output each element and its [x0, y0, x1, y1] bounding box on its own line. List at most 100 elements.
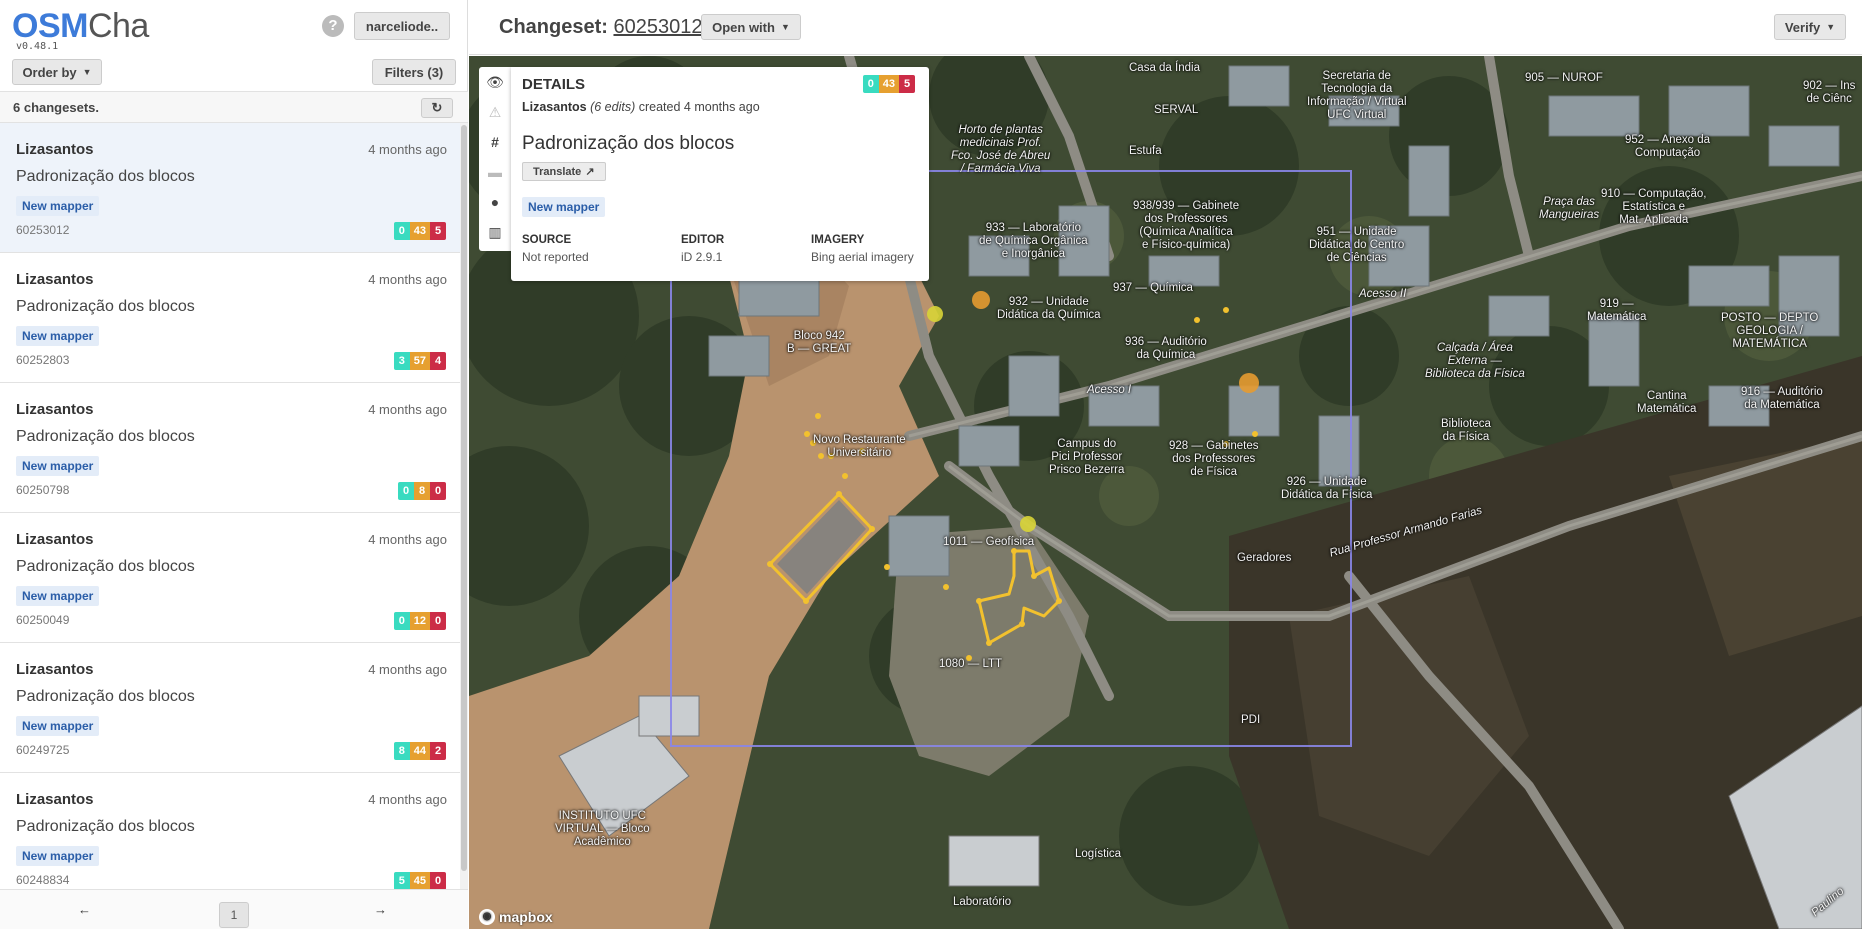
changeset-time: 4 months ago: [368, 532, 447, 547]
changeset-list-item[interactable]: Lizasantos 4 months ago Padronização dos…: [0, 383, 460, 513]
delete-count: 4: [430, 352, 446, 370]
details-tab-bar: 👁 ⚠ # ▬ ● ▥: [479, 67, 511, 251]
map-label: 902 — Ins de Ciênc: [1803, 80, 1856, 105]
editor-key: EDITOR: [681, 234, 725, 246]
map-label: 932 — Unidade Didática da Química: [997, 296, 1101, 321]
delete-count: 5: [430, 222, 446, 240]
changeset-comment-title: Padronização dos blocos: [522, 133, 735, 154]
change-counts: 0 43 5: [393, 222, 446, 240]
changeset-id: 60250049: [16, 613, 70, 627]
map-label: 926 — Unidade Didática da Física: [1281, 476, 1373, 501]
comment-icon[interactable]: ▬: [479, 157, 511, 187]
delete-count: 2: [430, 742, 446, 760]
changeset-comment: Padronização dos blocos: [16, 298, 195, 315]
translate-button[interactable]: Translate ↗: [522, 162, 606, 181]
map-label: 951 — Unidade Didática do Centro de Ciên…: [1309, 226, 1405, 264]
changeset-count-row: 6 changesets. ↻: [0, 91, 468, 123]
new-mapper-badge: New mapper: [16, 716, 100, 736]
changeset-user: Lizasantos: [16, 791, 94, 808]
map-label: PDI: [1241, 714, 1261, 726]
changeset-user: Lizasantos: [16, 141, 94, 158]
imagery-field: IMAGERY Bing aerial imagery: [811, 234, 914, 264]
filters-button[interactable]: Filters (3): [372, 59, 456, 85]
sidebar: OSMCha v0.48.1 ? narceliode.. Order by ▼ …: [0, 0, 468, 929]
scrollbar-thumb[interactable]: [461, 125, 467, 871]
map-label: Logística: [1075, 848, 1122, 860]
map-label: Casa da Índia: [1129, 62, 1200, 74]
create-count: 0: [393, 612, 410, 630]
changeset-comment: Padronização dos blocos: [16, 558, 195, 575]
help-icon[interactable]: ?: [322, 15, 344, 37]
changeset-list-item[interactable]: Lizasantos 4 months ago Padronização dos…: [0, 643, 460, 773]
map-label: 938/939 — Gabinete dos Professores (Quím…: [1133, 200, 1240, 251]
verify-button[interactable]: Verify ▼: [1774, 14, 1846, 40]
changeset-list-item[interactable]: Lizasantos 4 months ago Padronização dos…: [0, 123, 460, 253]
details-heading: DETAILS: [522, 76, 586, 93]
new-mapper-badge: New mapper: [522, 197, 606, 217]
map-label: 905 — NUROF: [1525, 72, 1603, 84]
change-counts: 0 43 5: [862, 75, 915, 93]
editor-field: EDITOR iD 2.9.1: [681, 234, 724, 264]
open-with-label: Open with: [712, 19, 775, 35]
user-icon[interactable]: ●: [479, 187, 511, 217]
changeset-list-item[interactable]: Lizasantos 4 months ago Padronização dos…: [0, 253, 460, 383]
changeset-title: Changeset: 60253012: [499, 16, 702, 39]
map-label: Calçada / Área Externa — Biblioteca da F…: [1425, 342, 1525, 380]
created-time: created 4 months ago: [638, 100, 760, 114]
changeset-id-link[interactable]: 60253012: [613, 16, 702, 38]
map-label: Cantina Matemática: [1637, 390, 1697, 415]
user-menu-button[interactable]: narceliode..: [354, 12, 450, 40]
app-logo[interactable]: OSMCha: [12, 6, 149, 46]
translate-label: Translate: [533, 165, 582, 178]
open-with-button[interactable]: Open with ▼: [701, 14, 801, 40]
order-by-button[interactable]: Order by ▼: [12, 59, 102, 85]
change-counts: 080: [398, 482, 446, 500]
warning-icon[interactable]: ⚠: [479, 97, 511, 127]
refresh-icon[interactable]: ↻: [421, 98, 453, 118]
changeset-time: 4 months ago: [368, 142, 447, 157]
map-label: Laboratório: [953, 896, 1012, 908]
author-name[interactable]: Lizasantos: [522, 100, 587, 114]
create-count: 0: [862, 75, 879, 93]
source-key: SOURCE: [522, 234, 572, 246]
details-panel: DETAILS 0 43 5 Lizasantos (6 edits) create…: [511, 67, 929, 281]
previous-page-icon[interactable]: ←: [78, 902, 91, 917]
changeset-list: Lizasantos 4 months ago Padronização dos…: [0, 123, 460, 889]
change-counts: 0 12 0: [393, 612, 446, 630]
modify-count: 43: [409, 222, 430, 240]
changeset-list-item[interactable]: Lizasantos 4 months ago Padronização dos…: [0, 773, 460, 889]
source-field: SOURCE Not reported: [522, 234, 589, 264]
modify-count: 45: [409, 872, 430, 889]
map-label: Secretaria de Tecnologia da Informação /…: [1307, 70, 1407, 121]
edit-count: (6 edits): [590, 100, 636, 114]
verify-label: Verify: [1784, 19, 1821, 35]
page-number-current[interactable]: 1: [219, 902, 249, 928]
list-scrollbar[interactable]: [460, 123, 468, 889]
map-label: 936 — Auditório da Química: [1125, 336, 1207, 361]
map-label: POSTO — DEPTO GEOLOGIA / MATEMÁTICA: [1721, 312, 1819, 350]
create-count: 0: [398, 482, 414, 500]
order-by-label: Order by: [22, 64, 77, 80]
map-label: Campus do Pici Professor Prisco Bezerra: [1049, 438, 1125, 476]
map-icon[interactable]: ▥: [479, 217, 511, 247]
map-label: Geradores: [1237, 552, 1292, 564]
changeset-time: 4 months ago: [368, 402, 447, 417]
map-label: Bloco 942 B — GREAT: [787, 330, 852, 355]
mapbox-attribution[interactable]: ◉ mapbox: [479, 909, 553, 925]
change-counts: 5 45 0: [393, 872, 446, 889]
map-label: SERVAL: [1154, 104, 1199, 116]
change-counts: 3 57 4: [393, 352, 446, 370]
next-page-icon[interactable]: →: [374, 902, 387, 917]
delete-count: 5: [899, 75, 915, 93]
chevron-down-icon: ▼: [82, 67, 92, 77]
eye-icon[interactable]: 👁: [479, 67, 511, 97]
changeset-count: 6 changesets.: [13, 100, 99, 115]
changeset-list-item[interactable]: Lizasantos 4 months ago Padronização dos…: [0, 513, 460, 643]
mapbox-attribution-text: mapbox: [499, 909, 553, 925]
map-label: 910 — Computação, Estatística e Mat. Apl…: [1601, 188, 1707, 226]
editor-value: iD 2.9.1: [681, 250, 723, 264]
hashtag-icon[interactable]: #: [479, 127, 511, 157]
mapbox-icon: ◉: [479, 909, 495, 925]
map-label: Praça das Mangueiras: [1539, 196, 1600, 221]
chevron-down-icon: ▼: [780, 22, 790, 32]
